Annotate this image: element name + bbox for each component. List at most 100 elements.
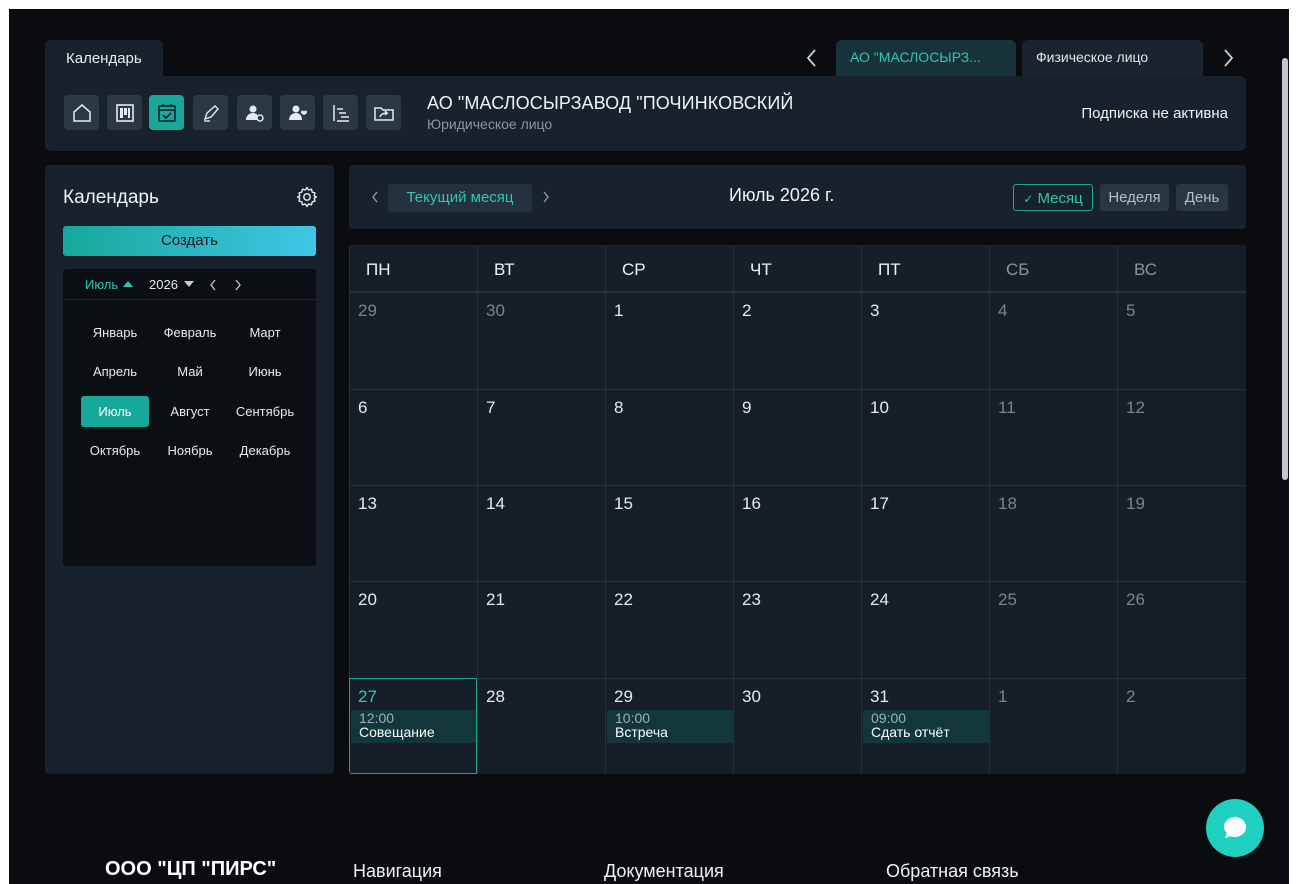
day-cell[interactable]: 29 10:00 Встреча [605,678,733,774]
day-cell[interactable]: 4 [989,292,1117,389]
prev-month-icon[interactable] [370,189,380,205]
day-cell[interactable]: 23 [733,581,861,678]
footer-feedback-heading: Обратная связь [886,861,1019,881]
day-cell[interactable]: 17 [861,485,989,581]
day-number: 25 [998,590,1017,609]
home-button[interactable] [64,95,99,130]
company-name: АО "МАСЛОСЫРЗАВОД "ПОЧИНКОВСКИЙ [427,93,794,113]
day-number: 2 [1126,687,1136,706]
view-day-button[interactable]: День [1176,184,1228,211]
mini-year-select[interactable]: 2026 [149,277,178,292]
next-month-icon[interactable] [541,189,551,205]
app-frame: Календарь АО "МАСЛОСЫРЗ... Физическое ли… [9,9,1289,884]
company-tab-individual[interactable]: Физическое лицо [1022,40,1203,76]
settings-button[interactable] [295,185,319,209]
month-option[interactable]: Декабрь [231,435,299,466]
day-cell[interactable]: 10 [861,389,989,485]
view-week-button[interactable]: Неделя [1100,184,1169,211]
tab-calendar[interactable]: Календарь [45,40,163,78]
day-number: 16 [742,494,761,513]
create-button[interactable]: Создать [63,226,316,256]
day-cell[interactable]: 5 [1117,292,1246,389]
day-cell[interactable]: 3 [861,292,989,389]
event-title: Встреча [615,724,668,740]
day-cell[interactable]: 24 [861,581,989,678]
calendar-event[interactable]: 12:00 Совещание [351,710,476,743]
calendar-title: Июль 2026 г. [729,185,835,205]
calendar-sidebar: Календарь Создать Июль 2026 Январь Февра… [45,165,334,774]
month-option[interactable]: Октябрь [81,435,149,466]
weekday-header: ЧТ [733,245,861,292]
day-cell[interactable]: 13 [349,485,477,581]
month-option[interactable]: Февраль [156,317,224,348]
day-cell[interactable]: 21 [477,581,605,678]
sign-button[interactable] [193,95,228,130]
day-cell[interactable]: 20 [349,581,477,678]
month-option[interactable]: Июль [81,396,149,427]
day-cell[interactable]: 29 [349,292,477,389]
month-option[interactable]: Ноябрь [156,435,224,466]
day-cell[interactable]: 25 [989,581,1117,678]
calendar-button[interactable] [149,95,184,130]
day-cell[interactable]: 19 [1117,485,1246,581]
day-cell[interactable]: 1 [605,292,733,389]
day-number: 26 [1126,590,1145,609]
folder-share-icon [373,106,394,121]
day-cell[interactable]: 30 [733,678,861,774]
chat-button[interactable] [1206,799,1264,857]
day-cell[interactable]: 12 [1117,389,1246,485]
day-cell[interactable]: 27 12:00 Совещание [349,678,477,774]
day-cell[interactable]: 2 [733,292,861,389]
day-cell[interactable]: 22 [605,581,733,678]
check-icon: ✓ [1023,192,1034,206]
day-cell[interactable]: 1 [989,678,1117,774]
mini-month-select[interactable]: Июль [85,277,118,292]
event-time: 09:00 [871,710,907,726]
day-cell[interactable]: 28 [477,678,605,774]
day-cell[interactable]: 6 [349,389,477,485]
user-favorite-button[interactable] [280,95,315,130]
calendar-event[interactable]: 10:00 Встреча [607,710,733,743]
day-cell[interactable]: 26 [1117,581,1246,678]
day-cell[interactable]: 14 [477,485,605,581]
current-month-button[interactable]: Текущий месяц [388,184,532,212]
month-option[interactable]: Январь [81,317,149,348]
board-icon [115,103,134,122]
month-option[interactable]: Май [156,356,224,387]
hierarchy-button[interactable] [323,95,358,130]
month-option[interactable]: Сентябрь [231,396,299,427]
day-cell[interactable]: 18 [989,485,1117,581]
caret-down-icon[interactable] [184,281,194,287]
mini-next-icon[interactable] [233,278,243,292]
day-cell[interactable]: 7 [477,389,605,485]
view-month-button[interactable]: ✓ Месяц [1013,184,1093,211]
day-number: 4 [998,301,1008,320]
caret-up-icon[interactable] [123,281,133,287]
month-option[interactable]: Август [156,396,224,427]
folder-share-button[interactable] [366,95,401,130]
day-cell[interactable]: 11 [989,389,1117,485]
tabs-prev-icon[interactable] [805,48,819,68]
day-cell[interactable]: 16 [733,485,861,581]
tabs-next-icon[interactable] [1221,48,1235,68]
mini-prev-icon[interactable] [208,278,218,292]
weekday-header: ПТ [861,245,989,292]
user-settings-button[interactable] [237,95,272,130]
month-option[interactable]: Июнь [231,356,299,387]
footer-documentation-heading: Документация [604,861,724,881]
mini-calendar: Июль 2026 Январь Февраль Март Апрель Май Июнь… [63,269,316,566]
day-number: 19 [1126,494,1145,513]
day-cell[interactable]: 30 [477,292,605,389]
hierarchy-icon [332,104,349,122]
day-cell[interactable]: 8 [605,389,733,485]
company-tab-active[interactable]: АО "МАСЛОСЫРЗ... [836,40,1016,76]
calendar-event[interactable]: 09:00 Сдать отчёт [863,710,989,743]
day-cell[interactable]: 31 09:00 Сдать отчёт [861,678,989,774]
day-cell[interactable]: 2 [1117,678,1246,774]
scrollbar-thumb[interactable] [1282,58,1288,480]
day-cell[interactable]: 15 [605,485,733,581]
month-option[interactable]: Апрель [81,356,149,387]
month-option[interactable]: Март [231,317,299,348]
board-button[interactable] [107,95,142,130]
day-cell[interactable]: 9 [733,389,861,485]
